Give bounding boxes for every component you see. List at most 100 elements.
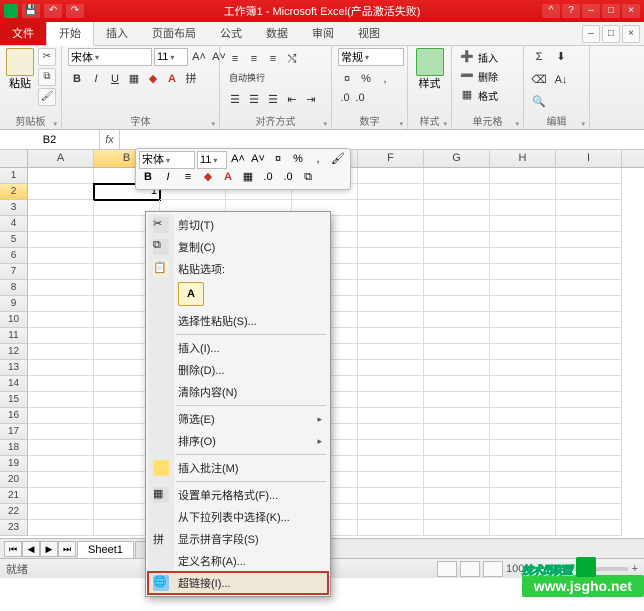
row-header-16[interactable]: 16 [0,408,28,424]
painter-button[interactable]: 🖌 [38,88,56,106]
ctx-insert[interactable]: 插入(I)... [148,337,328,359]
align-top[interactable]: ≡ [226,50,244,68]
inc-decimal[interactable]: .0 [338,89,352,107]
cell-A21[interactable] [28,488,94,504]
restore-icon[interactable]: □ [602,4,620,18]
mini-painter[interactable]: 🖌 [329,151,347,169]
tab-layout[interactable]: 页面布局 [140,21,208,45]
name-box[interactable]: B2 [0,130,100,149]
cell-A8[interactable] [28,280,94,296]
styles-button[interactable]: 样式 [414,48,445,91]
cell-F7[interactable] [358,264,424,280]
mini-merge[interactable]: ⧉ [299,169,317,187]
row-header-15[interactable]: 15 [0,392,28,408]
cell-I4[interactable] [556,216,622,232]
col-header-G[interactable]: G [424,150,490,167]
percent-button[interactable]: % [357,70,375,88]
row-header-17[interactable]: 17 [0,424,28,440]
ctx-copy[interactable]: ⧉复制(C) [148,236,328,258]
cell-H23[interactable] [490,520,556,536]
cell-G1[interactable] [424,168,490,184]
paste-button[interactable]: 粘贴 [6,48,34,91]
cell-A1[interactable] [28,168,94,184]
cell-F22[interactable] [358,504,424,520]
cells-delete[interactable]: ➖删除 [458,67,498,85]
cell-A17[interactable] [28,424,94,440]
row-header-1[interactable]: 1 [0,168,28,184]
fx-button[interactable]: fx [100,130,120,149]
cell-I12[interactable] [556,344,622,360]
cell-A15[interactable] [28,392,94,408]
cell-H17[interactable] [490,424,556,440]
row-header-7[interactable]: 7 [0,264,28,280]
row-header-14[interactable]: 14 [0,376,28,392]
font-color-button[interactable]: A [163,70,181,88]
cell-H19[interactable] [490,456,556,472]
tab-home[interactable]: 开始 [46,20,94,46]
select-all-corner[interactable] [0,150,28,167]
col-header-A[interactable]: A [28,150,94,167]
cell-G13[interactable] [424,360,490,376]
cell-F16[interactable] [358,408,424,424]
cell-F21[interactable] [358,488,424,504]
cell-G18[interactable] [424,440,490,456]
indent-inc[interactable]: ⇥ [302,91,320,109]
cell-G3[interactable] [424,200,490,216]
mini-shrink-icon[interactable]: A˅ [249,151,267,169]
cell-G23[interactable] [424,520,490,536]
ctx-cut[interactable]: ✂剪切(T) [148,214,328,236]
underline-button[interactable]: U [106,70,124,88]
help-icon[interactable]: ? [562,4,580,18]
cell-I15[interactable] [556,392,622,408]
cell-I14[interactable] [556,376,622,392]
cell-F1[interactable] [358,168,424,184]
ctx-format-cells[interactable]: ▦设置单元格格式(F)... [148,484,328,506]
mini-border[interactable]: ▦ [239,169,257,187]
mini-size[interactable]: 11▾ [197,151,227,169]
cell-I1[interactable] [556,168,622,184]
tab-formula[interactable]: 公式 [208,21,254,45]
row-header-12[interactable]: 12 [0,344,28,360]
formula-input[interactable] [120,130,644,149]
cell-I20[interactable] [556,472,622,488]
min-icon[interactable]: – [582,4,600,18]
cell-H20[interactable] [490,472,556,488]
child-min-icon[interactable]: – [582,25,600,43]
child-close-icon[interactable]: × [622,25,640,43]
row-header-6[interactable]: 6 [0,248,28,264]
cell-F2[interactable] [358,184,424,200]
cell-I6[interactable] [556,248,622,264]
align-mid[interactable]: ≡ [245,50,263,68]
tab-file[interactable]: 文件 [0,21,46,45]
view-break[interactable] [483,561,503,577]
cell-F10[interactable] [358,312,424,328]
cell-F18[interactable] [358,440,424,456]
row-header-20[interactable]: 20 [0,472,28,488]
cell-G9[interactable] [424,296,490,312]
row-header-4[interactable]: 4 [0,216,28,232]
cell-I10[interactable] [556,312,622,328]
cell-G11[interactable] [424,328,490,344]
cell-H1[interactable] [490,168,556,184]
cell-H11[interactable] [490,328,556,344]
align-center[interactable]: ☰ [245,91,263,109]
sort-button[interactable]: A↓ [552,71,570,89]
row-header-8[interactable]: 8 [0,280,28,296]
ctx-comment[interactable]: 插入批注(M) [148,457,328,479]
mini-decdec[interactable]: .0 [279,169,297,187]
cell-A16[interactable] [28,408,94,424]
cell-A23[interactable] [28,520,94,536]
cell-F12[interactable] [358,344,424,360]
row-header-18[interactable]: 18 [0,440,28,456]
cell-G15[interactable] [424,392,490,408]
currency-button[interactable]: ¤ [338,70,356,88]
cell-G21[interactable] [424,488,490,504]
sheet-nav-first[interactable]: ⏮ [4,541,22,557]
cell-H14[interactable] [490,376,556,392]
italic-button[interactable]: I [87,70,105,88]
ctx-phonetic[interactable]: 拼显示拼音字段(S) [148,528,328,550]
cell-A5[interactable] [28,232,94,248]
row-header-3[interactable]: 3 [0,200,28,216]
cell-H16[interactable] [490,408,556,424]
cell-G16[interactable] [424,408,490,424]
